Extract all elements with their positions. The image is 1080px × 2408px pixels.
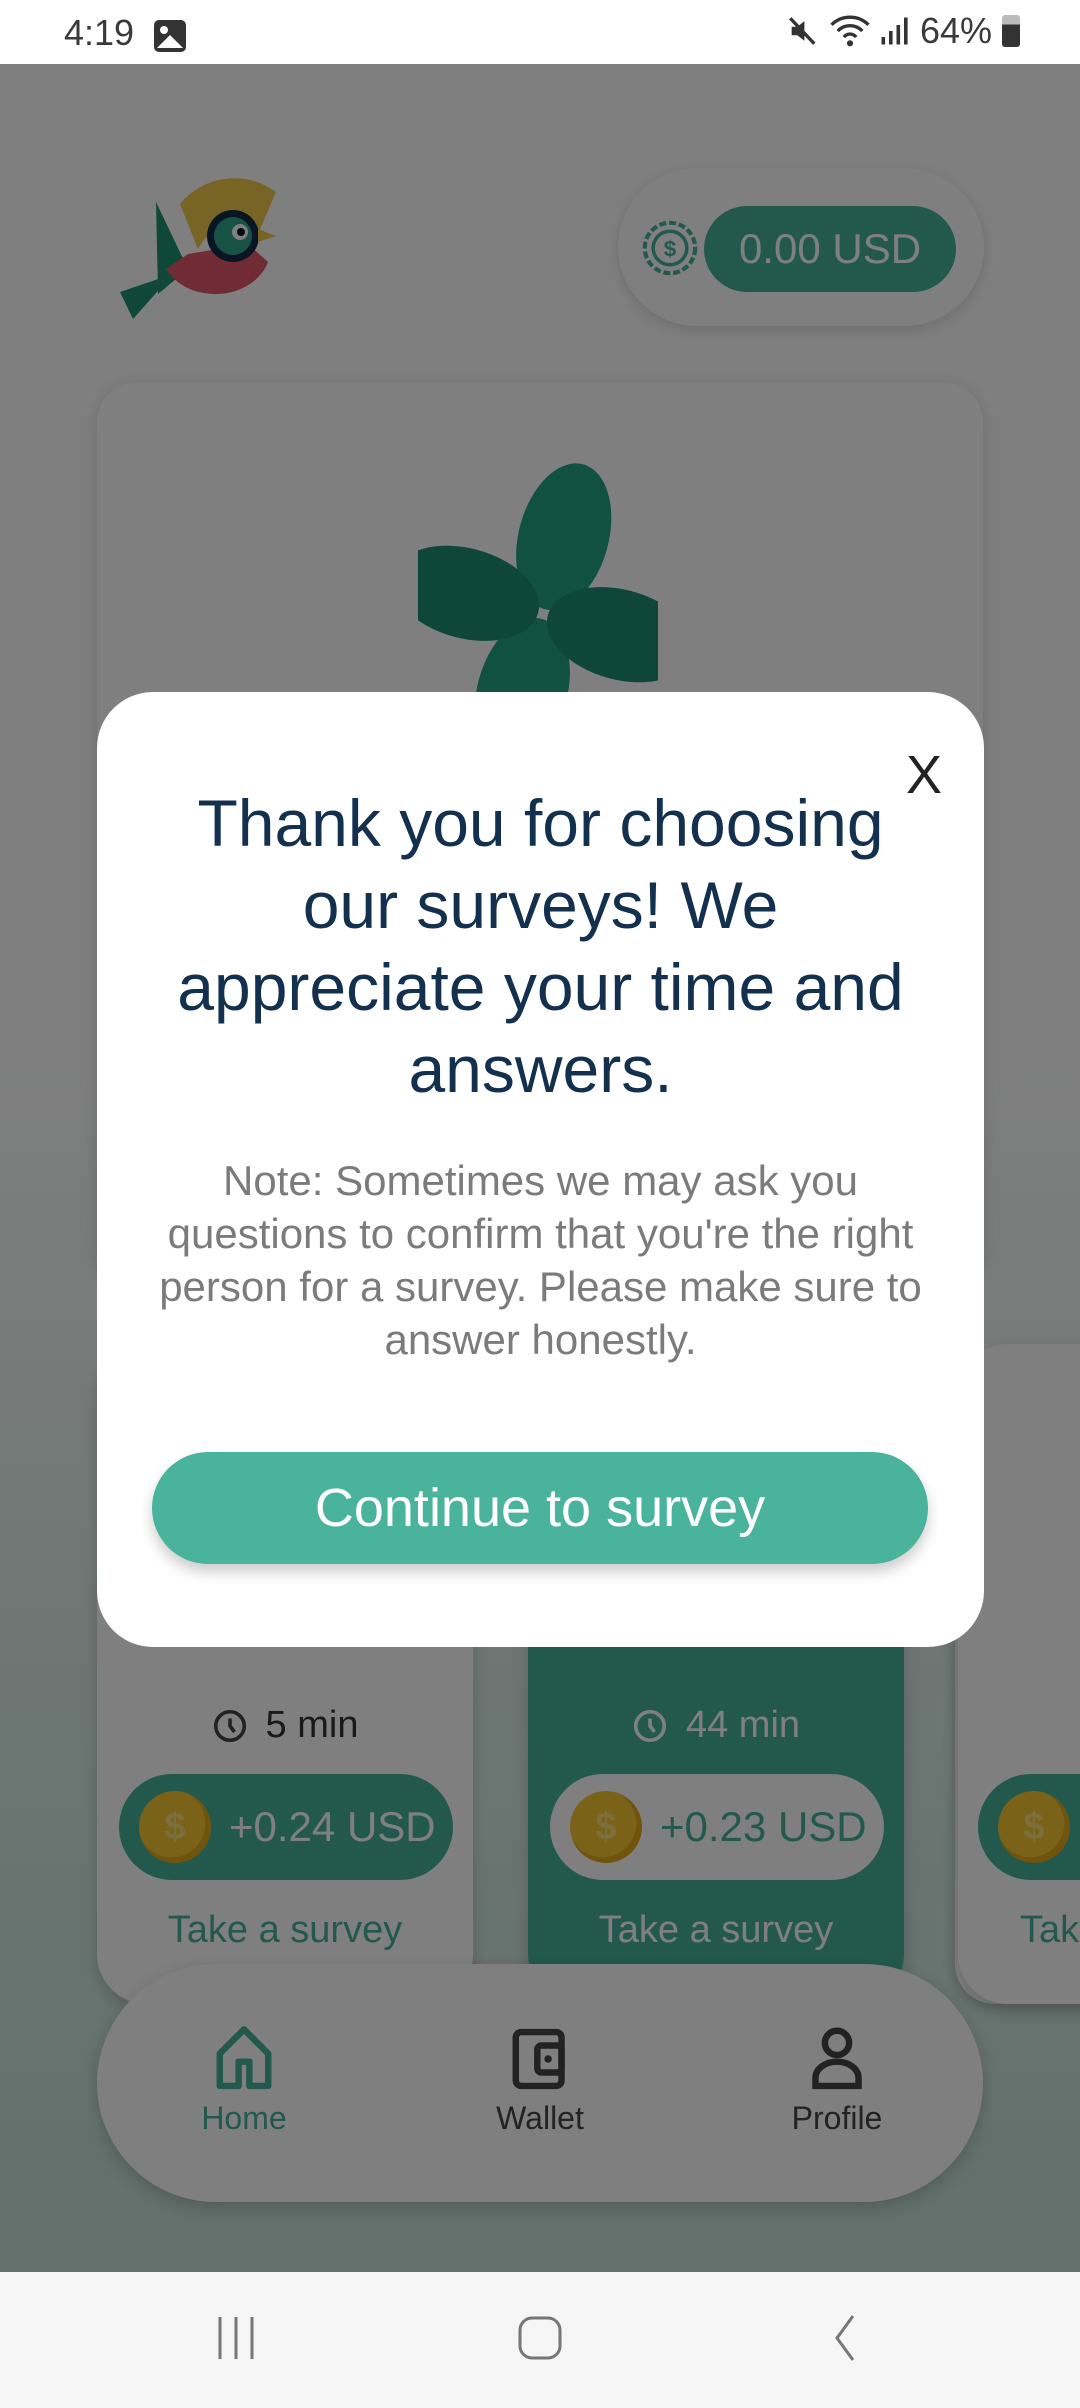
dialog-note: Note: Sometimes we may ask you questions…	[159, 1157, 922, 1363]
battery-icon	[1002, 15, 1020, 47]
wifi-icon	[830, 15, 870, 47]
mute-icon	[788, 17, 816, 45]
home-button[interactable]	[500, 2308, 580, 2368]
back-button[interactable]	[804, 2308, 884, 2368]
survey-intro-dialog: X Thank you for choosing our surveys! We…	[97, 692, 984, 1647]
home-circle-icon	[518, 2316, 562, 2360]
status-bar: 4:19 64%	[0, 0, 1080, 64]
signal-icon	[881, 17, 908, 45]
battery-percent: 64%	[919, 10, 992, 51]
dialog-title: Thank you for choosing our surveys! We a…	[177, 786, 904, 1106]
status-time: 4:19	[64, 12, 135, 53]
recent-apps-icon	[218, 2317, 254, 2359]
status-icons: 64%	[786, 10, 1020, 52]
image-notification-icon	[154, 20, 186, 52]
system-nav-bar	[0, 2272, 1080, 2408]
back-icon	[835, 2315, 855, 2361]
recent-apps-button[interactable]	[196, 2308, 276, 2368]
continue-to-survey-button[interactable]: Continue to survey	[152, 1452, 928, 1564]
